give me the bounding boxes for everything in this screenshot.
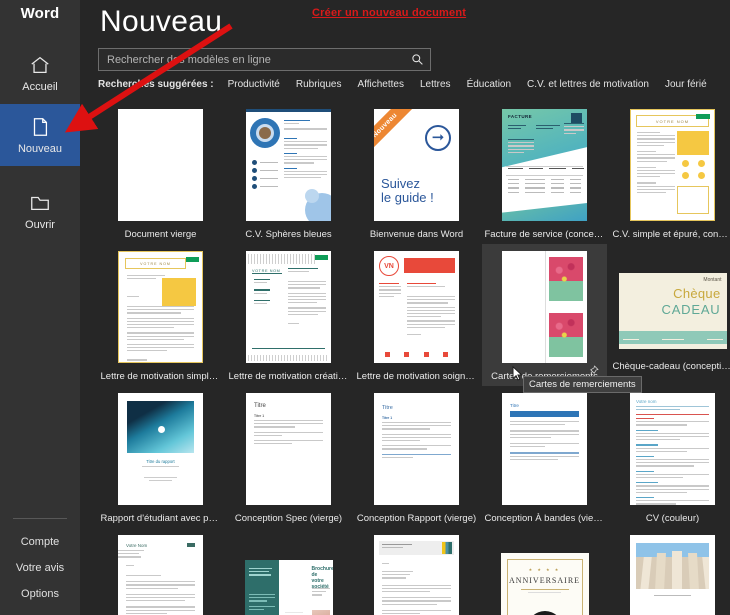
suggested-link-rubriques[interactable]: Rubriques [296, 79, 342, 90]
template-thumbnail: ★ ★ ★ ★ ANNIVERSAIRE [500, 550, 589, 615]
template-label: Conception Spec (vierge) [234, 513, 343, 524]
template-tile-certificate[interactable]: ★ ★ ★ ★ ANNIVERSAIRE [482, 528, 607, 615]
pin-icon[interactable] [588, 363, 599, 374]
template-thumbnail: Montant Chèque CADEAU [618, 268, 728, 354]
search-input[interactable] [107, 53, 411, 66]
template-tile-letterhead[interactable]: Votre Nom [98, 528, 223, 615]
sidebar-bottom-nav: Compte Votre avis Options [0, 518, 80, 615]
sidebar-item-accueil[interactable]: Accueil [0, 42, 80, 104]
new-document-icon [29, 116, 51, 138]
template-tile-letter-gray[interactable] [354, 528, 479, 615]
suggested-link-cv-lettres[interactable]: C.V. et lettres de motivation [527, 79, 649, 90]
word-start-screen: Word Accueil Nouveau Ouvrir Compte Votre… [0, 0, 730, 615]
template-tile-brochure[interactable]: Brochure de votre société [226, 528, 351, 615]
template-thumbnail [117, 108, 205, 222]
main-content: Nouveau Recherches suggérées : Productiv… [80, 0, 730, 615]
page-title: Nouveau [100, 5, 223, 38]
template-grid: Document vierge C.V. Sphères bleues Nouv… [98, 102, 730, 615]
suggested-link-affichettes[interactable]: Affichettes [357, 79, 404, 90]
template-thumbnail: Votre nom [629, 392, 717, 506]
suggested-link-jour-ferie[interactable]: Jour férié [665, 79, 707, 90]
template-label: C.V. Sphères bleues [245, 229, 332, 240]
sidebar-item-votre-avis[interactable]: Votre avis [0, 555, 80, 581]
template-label: C.V. simple et épuré, conçu p... [612, 229, 730, 240]
template-tile-giftcheck[interactable]: Montant Chèque CADEAU Chèque-cadeau (con… [610, 244, 730, 386]
sidebar-divider [13, 518, 67, 519]
welcome-headline: Suivez le guide ! [381, 176, 434, 205]
template-thumbnail: Brochure de votre société [244, 556, 333, 615]
template-tile-cv-clean[interactable]: VOTRE NOM C.V. simple et épuré, conçu [610, 102, 730, 244]
template-label: Lettre de motivation simple e... [100, 371, 221, 382]
template-label: Bienvenue dans Word [369, 229, 464, 240]
template-thumbnail: Titre [501, 392, 589, 506]
template-tile-columns-photo[interactable] [610, 528, 730, 615]
template-thumbnail: Titre du rapport [117, 392, 205, 506]
open-folder-icon [29, 192, 51, 214]
template-thumbnail [629, 534, 717, 615]
new-badge: Nouveau [374, 109, 417, 157]
template-tile-thankyou-cards[interactable]: Cartes de remerciements Cartes de remerc… [482, 244, 642, 393]
search-icon[interactable] [411, 53, 424, 66]
template-thumbnail: Titre Titre 1 [245, 392, 333, 506]
template-tile-letter-simple[interactable]: VOTRE NOM Lettre de motivation simple e.… [98, 244, 223, 386]
template-tile-bands-blank[interactable]: Titre Conception À bandes (vierge) [482, 386, 607, 528]
sidebar-item-label: Accueil [22, 80, 58, 93]
home-icon [29, 54, 51, 76]
template-label: Lettre de motivation soignée,... [356, 371, 477, 382]
template-tile-cv-spheres[interactable]: C.V. Sphères bleues [226, 102, 351, 244]
template-tile-welcome[interactable]: Nouveau ➞ Suivez le guide ! Bienvenue da… [354, 102, 479, 244]
template-tile-blank[interactable]: Document vierge [98, 102, 223, 244]
template-thumbnail: Titre Titre 1 [373, 392, 461, 506]
template-thumbnail [501, 250, 589, 364]
template-tile-letter-red[interactable]: VN Lettre de motivation soignée,... [354, 244, 479, 386]
mouse-cursor-icon [512, 365, 523, 387]
template-label: Document vierge [124, 229, 197, 240]
template-thumbnail [245, 108, 333, 222]
suggested-label: Recherches suggérées : [98, 79, 214, 90]
template-thumbnail: VOTRE NOM [245, 250, 333, 364]
template-tooltip: Cartes de remerciements [523, 376, 642, 393]
template-label: CV (couleur) [645, 513, 700, 524]
sidebar-item-label: Ouvrir [25, 218, 55, 231]
sidebar-nav: Accueil Nouveau Ouvrir [0, 42, 80, 242]
sidebar-item-label: Nouveau [17, 142, 63, 155]
template-thumbnail: VOTRE NOM [629, 108, 717, 222]
template-label: Chèque-cadeau (conception... [612, 361, 730, 372]
suggested-link-productivite[interactable]: Productivité [228, 79, 280, 90]
template-label: Conception À bandes (vierge) [484, 513, 605, 524]
template-thumbnail: FACTURE [501, 108, 589, 222]
sidebar-item-options[interactable]: Options [0, 581, 80, 607]
template-tile-report-photo[interactable]: Titre du rapport Rapport d'étudiant avec… [98, 386, 223, 528]
template-label: Rapport d'étudiant avec photo [100, 513, 221, 524]
template-tile-report-blank[interactable]: Titre Titre 1 Conception Rapport (vierge… [354, 386, 479, 528]
sidebar-item-nouveau[interactable]: Nouveau [0, 104, 80, 166]
template-thumbnail [373, 534, 461, 615]
template-thumbnail: VOTRE NOM [117, 250, 205, 364]
template-tile-spec-blank[interactable]: Titre Titre 1 Conception Spec (vierge) [226, 386, 351, 528]
suggested-searches: Recherches suggérées : Productivité Rubr… [98, 79, 730, 90]
template-tile-cv-color[interactable]: Votre nom CV (couleur) [610, 386, 730, 528]
sidebar: Word Accueil Nouveau Ouvrir Compte Votre… [0, 0, 80, 615]
template-label: Facture de service (conceptio... [484, 229, 605, 240]
template-label: Lettre de motivation créative,... [228, 371, 349, 382]
template-thumbnail: Nouveau ➞ Suivez le guide ! [373, 108, 461, 222]
template-thumbnail: Votre Nom [117, 534, 205, 615]
arrow-right-icon: ➞ [425, 125, 451, 151]
suggested-link-education[interactable]: Éducation [467, 79, 511, 90]
suggested-link-lettres[interactable]: Lettres [420, 79, 451, 90]
sidebar-item-compte[interactable]: Compte [0, 529, 80, 555]
app-brand: Word [20, 5, 60, 22]
search-box[interactable] [98, 48, 431, 71]
template-thumbnail: VN [373, 250, 461, 364]
template-tile-invoice[interactable]: FACTURE Facture de service (conceptio... [482, 102, 607, 244]
sidebar-item-ouvrir[interactable]: Ouvrir [0, 180, 80, 242]
template-tile-letter-creative[interactable]: VOTRE NOM Lettre de motivation créative,… [226, 244, 351, 386]
template-label: Conception Rapport (vierge) [356, 513, 477, 524]
